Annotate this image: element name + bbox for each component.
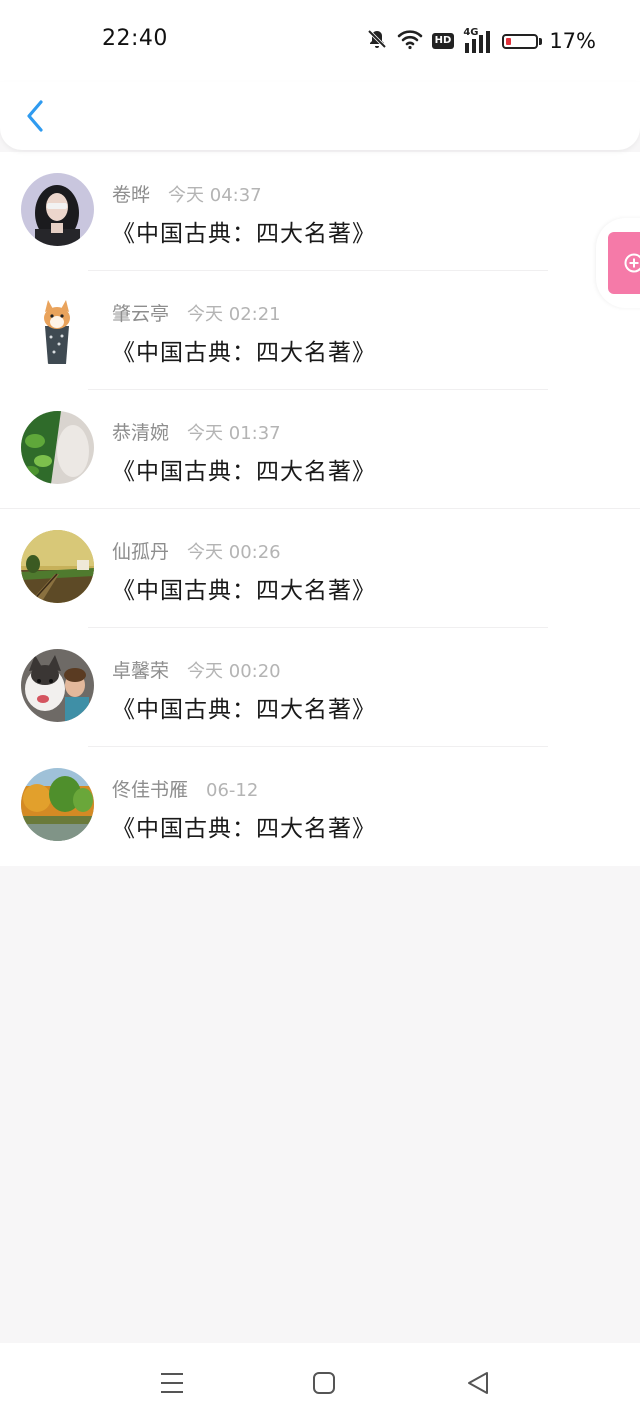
- system-nav-bar: [0, 1343, 640, 1423]
- back-triangle-icon: [468, 1372, 488, 1394]
- hd-icon: HD: [431, 33, 455, 49]
- status-bar: 22:40 HD 4G 17%: [0, 0, 640, 82]
- comment-list: 卷晔 今天 04:37 《中国古典：四大名著》 肇云亭 今天 02:21 《中国: [0, 152, 640, 866]
- comment-meta: 佟佳书雁 06-12: [112, 775, 258, 802]
- plus-circle-icon: [624, 253, 640, 273]
- comment-username[interactable]: 卷晔: [112, 180, 150, 207]
- avatar-girl-photo[interactable]: [21, 173, 94, 246]
- comment-text: 《中国古典：四大名著》: [112, 221, 376, 247]
- add-button[interactable]: [608, 232, 640, 294]
- battery-percent: 17%: [549, 29, 596, 53]
- status-icons: HD 4G 17%: [357, 26, 596, 56]
- floating-tab: [596, 218, 640, 308]
- comment-username[interactable]: 仙孤丹: [112, 537, 169, 564]
- home-button[interactable]: [310, 1369, 338, 1397]
- menu-button[interactable]: [158, 1369, 186, 1397]
- list-item[interactable]: 卷晔 今天 04:37 《中国古典：四大名著》: [0, 152, 640, 271]
- comment-time: 今天 01:37: [187, 423, 281, 444]
- nav-bar: [0, 82, 640, 150]
- menu-icon: [161, 1373, 183, 1393]
- chevron-left-icon: [27, 100, 43, 132]
- comment-text: 《中国古典：四大名著》: [112, 816, 376, 842]
- battery-body: [502, 33, 539, 49]
- home-square-icon: [313, 1372, 335, 1394]
- comment-text: 《中国古典：四大名著》: [112, 697, 376, 723]
- list-item[interactable]: 卓馨荣 今天 00:20 《中国古典：四大名著》: [0, 628, 640, 747]
- list-item[interactable]: 仙孤丹 今天 00:26 《中国古典：四大名著》: [0, 509, 640, 628]
- avatar-dog-photo[interactable]: [21, 649, 94, 722]
- comment-text: 《中国古典：四大名著》: [112, 340, 376, 366]
- comment-meta: 恭清婉 今天 01:37: [112, 418, 281, 445]
- comment-username[interactable]: 卓馨荣: [112, 656, 169, 683]
- comment-meta: 肇云亭 今天 02:21: [112, 299, 281, 326]
- comment-time: 今天 00:20: [187, 661, 281, 682]
- bell-muted-icon: [366, 28, 388, 54]
- comment-text: 《中国古典：四大名著》: [112, 578, 376, 604]
- comment-time: 06-12: [206, 780, 259, 801]
- network-label: 4G: [463, 27, 479, 38]
- comment-meta: 卓馨荣 今天 00:20: [112, 656, 281, 683]
- avatar-leaves-photo[interactable]: [21, 411, 94, 484]
- comment-meta: 仙孤丹 今天 00:26: [112, 537, 281, 564]
- list-item[interactable]: 恭清婉 今天 01:37 《中国古典：四大名著》: [0, 390, 640, 509]
- comment-time: 今天 02:21: [187, 304, 281, 325]
- battery-icon: 17%: [502, 29, 596, 53]
- comment-username[interactable]: 恭清婉: [112, 418, 169, 445]
- system-back-button[interactable]: [464, 1369, 492, 1397]
- wifi-icon: [397, 28, 423, 54]
- comment-meta: 卷晔 今天 04:37: [112, 180, 262, 207]
- comment-time: 今天 04:37: [168, 185, 262, 206]
- comment-time: 今天 00:26: [187, 542, 281, 563]
- status-time: 22:40: [102, 26, 168, 51]
- back-button[interactable]: [18, 96, 52, 136]
- list-item[interactable]: 肇云亭 今天 02:21 《中国古典：四大名著》: [0, 271, 640, 390]
- avatar-cat-photo[interactable]: [21, 292, 94, 365]
- avatar-forest-photo[interactable]: [21, 768, 94, 841]
- comment-username[interactable]: 佟佳书雁: [112, 775, 188, 802]
- signal-4g-icon: 4G: [463, 27, 493, 53]
- comment-text: 《中国古典：四大名著》: [112, 459, 376, 485]
- battery-cap: [539, 37, 543, 45]
- battery-fill: [506, 37, 512, 45]
- list-item[interactable]: 佟佳书雁 06-12 《中国古典：四大名著》: [0, 747, 640, 866]
- comment-username[interactable]: 肇云亭: [112, 299, 169, 326]
- avatar-railway-photo[interactable]: [21, 530, 94, 603]
